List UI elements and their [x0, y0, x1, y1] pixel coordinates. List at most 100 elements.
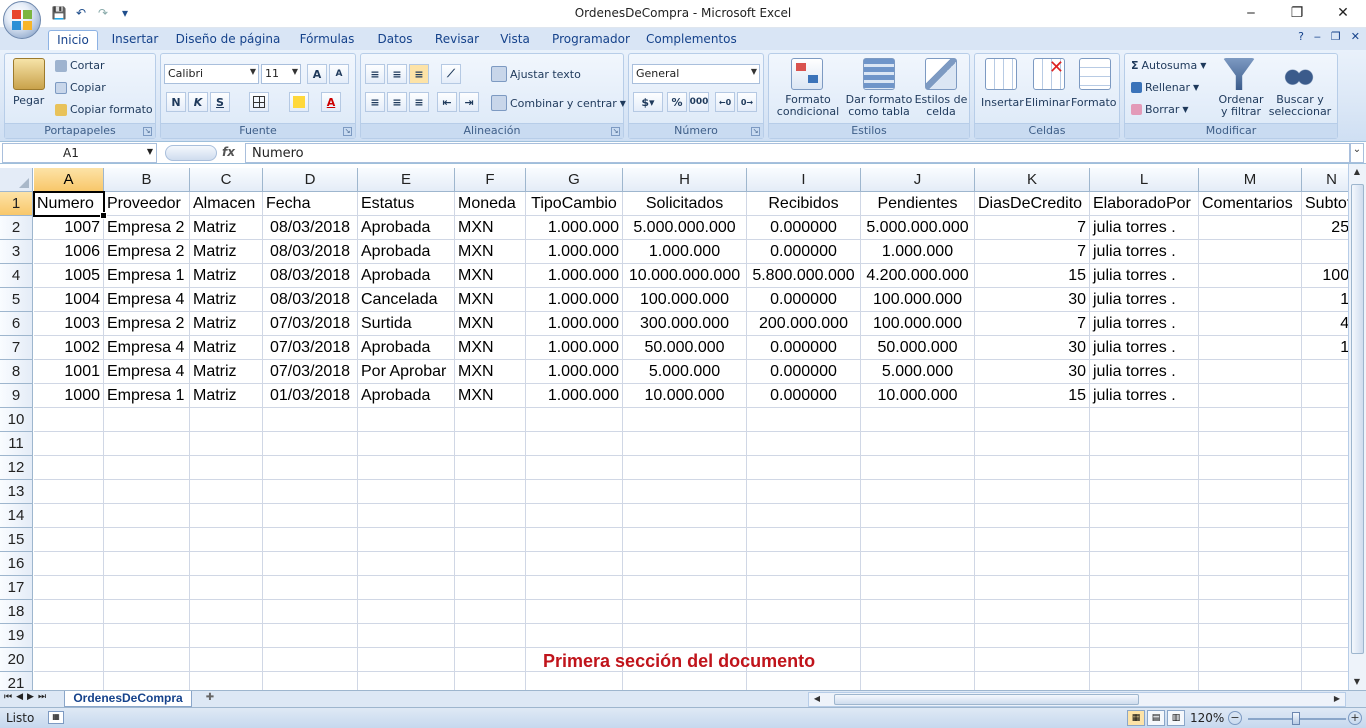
table-cell[interactable] — [190, 504, 263, 528]
table-cell[interactable] — [526, 504, 623, 528]
table-cell[interactable] — [1199, 552, 1302, 576]
table-cell[interactable]: 0.000000 — [747, 216, 861, 240]
header-cell[interactable]: Pendientes — [861, 192, 975, 216]
zoom-level[interactable]: 120% — [1190, 711, 1224, 725]
table-cell[interactable] — [747, 480, 861, 504]
table-cell[interactable] — [1199, 600, 1302, 624]
name-box[interactable]: A1 ▼ — [2, 143, 157, 163]
table-cell[interactable] — [861, 552, 975, 576]
table-cell[interactable]: 0.000000 — [747, 336, 861, 360]
table-cell[interactable]: 08/03/2018 — [263, 216, 358, 240]
table-cell[interactable]: Cancelada — [358, 288, 455, 312]
row-header-2[interactable]: 2 — [0, 216, 33, 240]
decrease-decimal-button[interactable]: 0→ — [737, 92, 757, 112]
table-cell[interactable]: 1.000.000 — [526, 240, 623, 264]
table-cell[interactable] — [263, 600, 358, 624]
table-cell[interactable] — [1199, 432, 1302, 456]
orientation-button[interactable]: ⟋ — [441, 64, 461, 84]
zoom-out-icon[interactable]: − — [1228, 711, 1242, 725]
table-cell[interactable] — [263, 672, 358, 690]
table-cell[interactable] — [190, 600, 263, 624]
table-cell[interactable] — [263, 648, 358, 672]
table-cell[interactable] — [975, 504, 1090, 528]
table-cell[interactable] — [1302, 672, 1348, 690]
table-cell[interactable] — [263, 456, 358, 480]
table-cell[interactable] — [747, 528, 861, 552]
underline-button[interactable]: S — [210, 92, 230, 112]
wrap-text-button[interactable]: Ajustar texto — [491, 66, 581, 82]
table-cell[interactable]: Matriz — [190, 288, 263, 312]
table-cell[interactable] — [190, 480, 263, 504]
table-cell[interactable] — [1090, 552, 1199, 576]
insert-sheet-icon[interactable]: ✚ — [196, 692, 224, 706]
tab-revisar[interactable]: Revisar — [430, 30, 484, 50]
table-cell[interactable] — [1199, 312, 1302, 336]
table-cell[interactable] — [747, 552, 861, 576]
column-header-a[interactable]: A — [34, 168, 104, 192]
table-cell[interactable]: 08/03/2018 — [263, 240, 358, 264]
row-header-1[interactable]: 1 — [0, 192, 33, 216]
table-cell[interactable]: 1004 — [34, 288, 104, 312]
table-cell[interactable] — [34, 432, 104, 456]
merge-center-button[interactable]: Combinar y centrar ▼ — [491, 95, 626, 111]
dialog-launcher-icon[interactable]: ↘ — [343, 127, 352, 136]
format-as-table-button[interactable]: Dar formato como tabla — [845, 94, 913, 118]
table-cell[interactable] — [263, 576, 358, 600]
normal-view-icon[interactable]: ▦ — [1127, 710, 1145, 726]
table-cell[interactable] — [1302, 600, 1348, 624]
table-cell[interactable] — [747, 504, 861, 528]
table-cell[interactable] — [861, 456, 975, 480]
insert-button[interactable]: Insertar — [981, 96, 1024, 109]
table-cell[interactable] — [1302, 528, 1348, 552]
insert-function-icon[interactable]: fx — [222, 145, 235, 159]
table-cell[interactable] — [34, 672, 104, 690]
table-cell[interactable]: 1006 — [34, 240, 104, 264]
table-cell[interactable] — [623, 456, 747, 480]
table-cell[interactable]: Aprobada — [358, 336, 455, 360]
table-cell[interactable]: Matriz — [190, 264, 263, 288]
table-cell[interactable] — [623, 624, 747, 648]
fill-color-button[interactable] — [289, 92, 309, 112]
row-header-16[interactable]: 16 — [0, 552, 33, 576]
table-cell[interactable]: 0.000000 — [747, 384, 861, 408]
align-left-button[interactable]: ≡ — [365, 92, 385, 112]
table-cell[interactable]: 1.000.000 — [861, 240, 975, 264]
table-cell[interactable] — [34, 528, 104, 552]
row-header-5[interactable]: 5 — [0, 288, 33, 312]
table-cell[interactable]: 5.000.000 — [623, 360, 747, 384]
scroll-right-icon[interactable]: ▶ — [1329, 692, 1345, 705]
sort-filter-button[interactable]: Ordenar y filtrar — [1217, 94, 1265, 118]
row-header-3[interactable]: 3 — [0, 240, 33, 264]
table-cell[interactable]: 0.000000 — [747, 360, 861, 384]
dialog-launcher-icon[interactable]: ↘ — [611, 127, 620, 136]
table-cell[interactable]: 10.000.000 — [861, 384, 975, 408]
table-cell[interactable] — [358, 624, 455, 648]
table-cell[interactable] — [975, 528, 1090, 552]
table-cell[interactable]: Matriz — [190, 360, 263, 384]
table-cell[interactable] — [455, 576, 526, 600]
table-cell[interactable] — [190, 576, 263, 600]
header-cell[interactable]: Almacen — [190, 192, 263, 216]
align-middle-button[interactable]: ≡ — [387, 64, 407, 84]
table-cell[interactable] — [358, 408, 455, 432]
table-cell[interactable] — [1199, 384, 1302, 408]
table-cell[interactable] — [1090, 624, 1199, 648]
header-cell[interactable]: Estatus — [358, 192, 455, 216]
select-all-corner[interactable] — [0, 168, 33, 192]
table-cell[interactable] — [1199, 288, 1302, 312]
table-cell[interactable]: 15 — [1302, 288, 1348, 312]
table-cell[interactable] — [1090, 528, 1199, 552]
table-cell[interactable] — [861, 504, 975, 528]
ribbon-close-icon[interactable]: ✕ — [1351, 30, 1360, 43]
table-cell[interactable] — [104, 456, 190, 480]
table-cell[interactable] — [455, 552, 526, 576]
table-cell[interactable]: julia torres . — [1090, 216, 1199, 240]
table-cell[interactable] — [1090, 600, 1199, 624]
table-cell[interactable]: julia torres . — [1090, 240, 1199, 264]
table-cell[interactable]: 7 — [975, 312, 1090, 336]
vertical-scrollbar[interactable]: ▲ ▼ — [1348, 164, 1366, 690]
cut-button[interactable]: Cortar — [55, 59, 105, 72]
table-cell[interactable] — [358, 576, 455, 600]
table-cell[interactable]: Empresa 4 — [104, 288, 190, 312]
macro-record-icon[interactable]: ▦ — [48, 711, 64, 724]
